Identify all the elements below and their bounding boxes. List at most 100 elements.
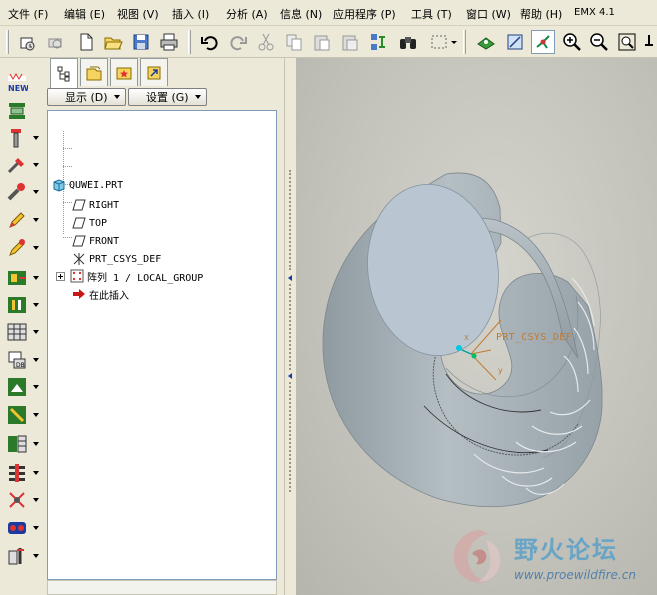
tree-item-right[interactable]: RIGHT [72,197,119,213]
orient-view-icon[interactable] [474,30,498,54]
slider-dropdown[interactable] [33,276,39,280]
graphics-window[interactable]: y X PRT_CSYS_DEF 野火论坛 www.proewildfire.c… [296,58,657,595]
show-dropdown-label: 显示 (D) [65,91,108,104]
plate-icon[interactable] [6,100,28,122]
lifter-dropdown[interactable] [33,413,39,417]
component-icon[interactable] [6,321,28,343]
print-preview-icon[interactable] [44,30,68,54]
tree-horizontal-scrollbar[interactable] [47,580,277,595]
cut-icon[interactable] [254,30,278,54]
side-core-dropdown[interactable] [33,385,39,389]
binoculars-find-icon[interactable] [396,30,420,54]
tool-dropdown[interactable] [33,554,39,558]
panel-splitter[interactable] [284,58,296,595]
dowel-dropdown[interactable] [33,190,39,194]
toolbar-grip[interactable] [6,30,9,54]
menu-applications[interactable]: 应用程序 (P) [333,6,396,22]
print-icon[interactable] [157,30,181,54]
connector-dropdown[interactable] [33,498,39,502]
assembly-dropdown[interactable] [33,526,39,530]
side-core-icon[interactable] [6,376,28,398]
lifter-icon[interactable] [6,404,28,426]
menu-view[interactable]: 视图 (V) [117,6,159,22]
menu-insert[interactable]: 插入 (I) [172,6,209,22]
undo-icon[interactable] [198,30,222,54]
ejector-icon[interactable] [6,237,28,259]
menu-help[interactable]: 帮助 (H) [520,6,562,22]
paste-special-icon[interactable] [338,30,362,54]
connector-icon[interactable] [6,489,28,511]
csys-label: PRT_CSYS_DEF [496,332,572,343]
refit-icon[interactable] [503,30,527,54]
plate-stack-dropdown[interactable] [33,442,39,446]
extra-icon[interactable] [641,30,657,54]
pencil-sketch-dropdown[interactable] [33,218,39,222]
ejector-pin-dropdown[interactable] [33,471,39,475]
favorites-tab[interactable] [110,58,138,86]
collapse-left-icon[interactable] [288,373,292,379]
toolbar-grip[interactable] [463,30,466,54]
tool-icon[interactable] [6,545,28,567]
cooling-icon[interactable] [6,294,28,316]
zoom-fit-icon[interactable] [615,30,639,54]
select-box-dropdown[interactable] [449,30,459,54]
tree-item-front[interactable]: FRONT [72,233,119,249]
paste-icon[interactable] [310,30,334,54]
tree-item-pattern[interactable]: 阵列 1 / LOCAL_GROUP [56,268,203,284]
tree-item-label: PRT_CSYS_DEF [89,253,162,265]
new-emx-icon[interactable]: NEW [6,72,29,94]
cavity-insert-dropdown[interactable] [33,358,39,362]
ejector-pin-icon[interactable] [6,462,28,484]
open-session-icon[interactable] [16,30,40,54]
tree-item-label: 在此插入 [89,290,129,302]
model-tree-tab[interactable] [50,58,78,88]
new-file-icon[interactable] [74,30,98,54]
zoom-out-icon[interactable] [587,30,611,54]
guide-pin-icon[interactable] [6,127,28,149]
dowel-icon[interactable] [6,181,28,203]
regenerate-icon[interactable] [366,30,390,54]
navigator-panel: 显示 (D) 设置 (G) QUWEI.PRT RIGHT TOP FRONT … [44,58,284,595]
open-folder-icon[interactable] [101,30,125,54]
menu-file[interactable]: 文件 (F) [8,6,48,22]
component-dropdown[interactable] [33,330,39,334]
toolbar-grip[interactable] [188,30,191,54]
redo-icon[interactable] [226,30,250,54]
tree-item-label: TOP [89,217,108,229]
connection-tab[interactable] [140,58,168,86]
menu-info[interactable]: 信息 (N) [280,6,322,22]
copy-icon[interactable] [282,30,306,54]
plate-stack-icon[interactable] [6,433,28,455]
menu-analysis[interactable]: 分析 (A) [226,6,268,22]
collapse-left-icon[interactable] [288,275,292,281]
spin-center-icon[interactable] [531,30,555,54]
assembly-icon[interactable] [6,517,28,539]
save-icon[interactable] [129,30,153,54]
screw-dropdown[interactable] [33,163,39,167]
guide-pin-dropdown[interactable] [33,136,39,140]
splitter-grip [289,284,291,370]
cooling-dropdown[interactable] [33,303,39,307]
main-toolbar [0,26,657,58]
cavity-insert-icon[interactable]: DB [6,349,28,371]
show-dropdown[interactable]: 显示 (D) [47,88,126,106]
tree-item-insert-here[interactable]: 在此插入 [72,286,129,302]
ejector-dropdown[interactable] [33,246,39,250]
pencil-sketch-icon[interactable] [6,209,28,231]
tree-root[interactable]: QUWEI.PRT [52,177,123,193]
expand-plus-icon[interactable] [56,271,65,281]
settings-dropdown[interactable]: 设置 (G) [128,88,207,106]
menu-emx[interactable]: EMX 4.1 [574,7,615,18]
menu-tools[interactable]: 工具 (T) [411,6,452,22]
watermark-url: www.proewildfire.cn [514,568,636,582]
tree-item-label: RIGHT [89,199,120,211]
menu-edit[interactable]: 编辑 (E) [64,6,105,22]
screw-icon[interactable] [6,154,28,176]
zoom-in-icon[interactable] [560,30,584,54]
menu-window[interactable]: 窗口 (W) [466,6,511,22]
tree-item-csys[interactable]: PRT_CSYS_DEF [72,251,161,267]
layer-tab[interactable] [80,58,108,86]
tree-item-top[interactable]: TOP [72,215,107,231]
slider-icon[interactable] [6,267,28,289]
model-render[interactable]: y X [296,58,657,595]
